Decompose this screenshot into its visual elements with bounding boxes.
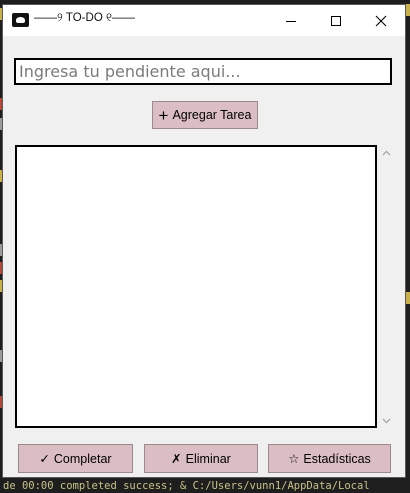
- add-task-button[interactable]: + Agregar Tarea: [152, 101, 258, 129]
- todo-window: ——୨ TO-DO ୧—— + Agregar Tarea: [2, 4, 406, 478]
- delete-button[interactable]: ✗ Eliminar: [144, 444, 258, 473]
- close-button[interactable]: [358, 5, 404, 36]
- star-icon: ☆: [288, 452, 300, 466]
- task-input[interactable]: [14, 58, 392, 85]
- plus-icon: +: [158, 105, 169, 125]
- scroll-track[interactable]: [378, 161, 395, 412]
- minimize-button[interactable]: [268, 5, 314, 36]
- scroll-down-icon[interactable]: [382, 416, 391, 425]
- stats-button[interactable]: ☆ Estadísticas: [268, 444, 391, 473]
- app-icon: [12, 13, 29, 27]
- maximize-icon: [331, 16, 341, 26]
- minimize-icon: [286, 21, 296, 22]
- scroll-up-icon[interactable]: [382, 149, 391, 158]
- background-terminal-text: de 00:00 completed success; & C:/Users/v…: [3, 480, 370, 492]
- check-icon: ✓: [39, 452, 50, 466]
- title-bar[interactable]: ——୨ TO-DO ୧——: [3, 5, 405, 36]
- task-list-scrollbar[interactable]: [378, 145, 395, 428]
- delete-label: Eliminar: [185, 451, 231, 466]
- complete-label: Completar: [53, 451, 112, 466]
- maximize-button[interactable]: [313, 5, 359, 36]
- task-list[interactable]: [15, 145, 377, 428]
- add-task-label: Agregar Tarea: [172, 108, 252, 122]
- x-mark-icon: ✗: [171, 452, 182, 466]
- window-title: ——୨ TO-DO ୧——: [34, 12, 135, 24]
- stats-label: Estadísticas: [303, 451, 371, 466]
- close-icon: [375, 15, 387, 27]
- complete-button[interactable]: ✓ Completar: [18, 444, 133, 473]
